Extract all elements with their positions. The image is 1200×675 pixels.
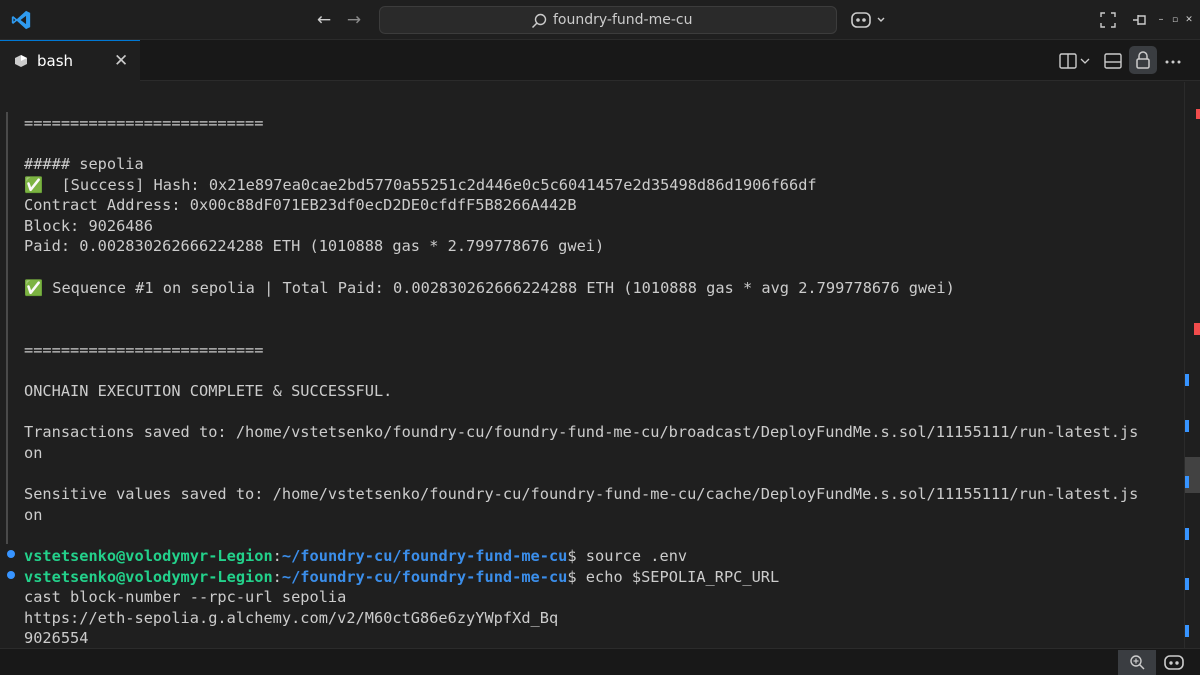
lock-scroll-button[interactable] (1129, 46, 1157, 74)
command-guide-line (6, 112, 8, 544)
prompt-separator: : (272, 547, 282, 565)
output-line: cast block-number --rpc-url sepolia (24, 588, 347, 606)
split-editor-icon[interactable] (1058, 51, 1094, 71)
check-icon: ✅ (24, 176, 44, 194)
scroll-marker-command (1185, 578, 1189, 590)
check-icon: ✅ (24, 279, 44, 297)
status-bar (0, 648, 1200, 675)
prompt-user: vstetsenko@volodymyr-Legion (24, 547, 273, 565)
more-actions-icon[interactable] (1163, 51, 1183, 71)
transactions-saved-wrap: on (24, 444, 43, 462)
scroll-marker-command (1185, 625, 1189, 637)
customize-layout-icon[interactable] (1098, 10, 1118, 30)
tab-bash[interactable]: bash ✕ (0, 40, 140, 81)
window-close-icon[interactable]: ✕ (1184, 10, 1194, 30)
prompt-command: $ source .env (567, 547, 688, 565)
forward-arrow-icon[interactable]: → (344, 10, 364, 30)
prompt-line: vstetsenko@volodymyr-Legion:~/foundry-cu… (24, 567, 779, 587)
command-center-search[interactable]: foundry-fund-me-cu (379, 6, 837, 34)
prompt-separator: : (272, 568, 282, 586)
minimize-icon[interactable]: – (1156, 10, 1166, 30)
tab-label: bash (37, 52, 74, 70)
search-icon (531, 13, 547, 29)
restore-icon[interactable]: ▫ (1170, 10, 1180, 30)
separator-line: ========================== (24, 341, 264, 359)
scroll-marker-error (1196, 109, 1200, 119)
network-header: ##### sepolia (24, 155, 144, 173)
copilot-icon[interactable] (850, 9, 890, 31)
scroll-marker-command (1185, 420, 1189, 432)
prompt-path: ~/foundry-cu/foundry-fund-me-cu (281, 547, 568, 565)
scroll-marker-command (1185, 476, 1189, 488)
success-hash-text: [Success] Hash: 0x21e897ea0cae2bd5770a55… (43, 176, 817, 194)
output-line: 9026554 (24, 629, 89, 647)
terminal-tab-bar: bash ✕ (0, 40, 1200, 81)
vertical-scrollbar[interactable] (1184, 82, 1200, 648)
contract-address-line: Contract Address: 0x00c88dF071EB23df0ecD… (24, 196, 577, 214)
command-decoration-dot[interactable] (7, 550, 15, 558)
sequence-line: ✅ Sequence #1 on sepolia | Total Paid: 0… (24, 278, 955, 298)
back-arrow-icon[interactable]: ← (314, 10, 334, 30)
command-decoration-dot[interactable] (7, 571, 15, 579)
title-bar: ← → foundry-fund-me-cu – ▫ ✕ (0, 0, 1200, 40)
prompt-path: ~/foundry-cu/foundry-fund-me-cu (281, 568, 568, 586)
zoom-button[interactable] (1118, 650, 1156, 675)
output-line: https://eth-sepolia.g.alchemy.com/v2/M60… (24, 609, 559, 627)
command-center-label: foundry-fund-me-cu (553, 12, 693, 28)
scroll-marker-command (1185, 374, 1189, 386)
copilot-status-icon[interactable] (1163, 653, 1185, 671)
separator-line: ========================== (24, 114, 264, 132)
zoom-icon (1130, 655, 1145, 670)
toggle-panel-icon[interactable] (1103, 51, 1123, 71)
transactions-saved-line: Transactions saved to: /home/vstetsenko/… (24, 423, 1139, 441)
scroll-marker-error (1194, 323, 1200, 335)
sensitive-saved-wrap: on (24, 506, 43, 524)
lock-icon (1136, 51, 1150, 69)
prompt-line: vstetsenko@volodymyr-Legion:~/foundry-cu… (24, 546, 687, 566)
vscode-logo-icon[interactable] (10, 9, 32, 31)
scroll-marker-command (1185, 528, 1189, 540)
sequence-text: Sequence #1 on sepolia | Total Paid: 0.0… (43, 279, 955, 297)
close-icon[interactable]: ✕ (114, 52, 128, 70)
paid-line: Paid: 0.002830262666224288 ETH (1010888 … (24, 237, 605, 255)
prompt-user: vstetsenko@volodymyr-Legion (24, 568, 273, 586)
success-hash-line: ✅ [Success] Hash: 0x21e897ea0cae2bd5770a… (24, 175, 817, 195)
block-line: Block: 9026486 (24, 217, 153, 235)
sensitive-saved-line: Sensitive values saved to: /home/vstetse… (24, 485, 1139, 503)
terminal-icon (15, 55, 27, 67)
pin-icon[interactable] (1130, 10, 1150, 30)
execution-complete-line: ONCHAIN EXECUTION COMPLETE & SUCCESSFUL. (24, 382, 393, 400)
prompt-command: $ echo $SEPOLIA_RPC_URL (567, 568, 780, 586)
